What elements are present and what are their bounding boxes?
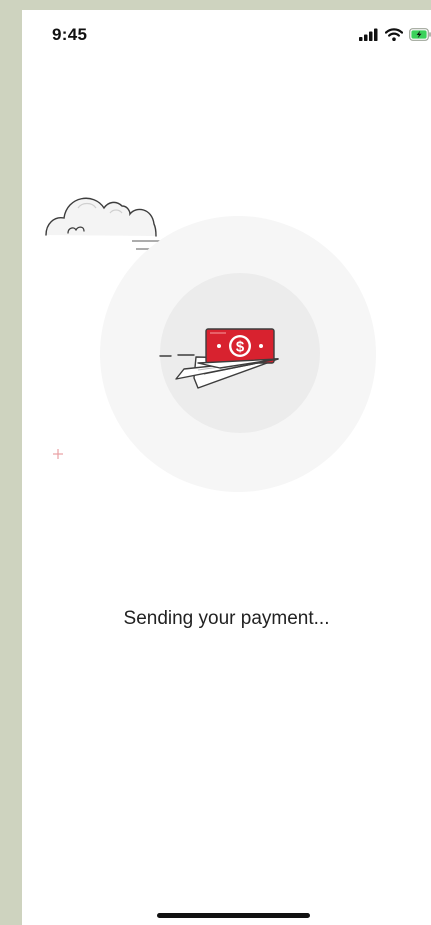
wifi-icon xyxy=(385,27,403,41)
dollar-sign: $ xyxy=(236,339,245,356)
payment-sending-screen: 9:45 $ Sending your payment... xyxy=(22,10,431,925)
sending-payment-message: Sending your payment... xyxy=(123,608,330,629)
battery-charging-icon xyxy=(409,27,431,41)
dollar-bill-icon: $ xyxy=(205,328,275,364)
sparkle-icon xyxy=(53,449,63,459)
money-paper-plane-icon: $ xyxy=(159,328,279,389)
signal-bars-icon xyxy=(359,28,378,41)
status-icons xyxy=(359,27,431,41)
status-bar: 9:45 xyxy=(22,10,431,60)
home-indicator[interactable] xyxy=(157,913,310,918)
status-time: 9:45 xyxy=(52,25,88,44)
